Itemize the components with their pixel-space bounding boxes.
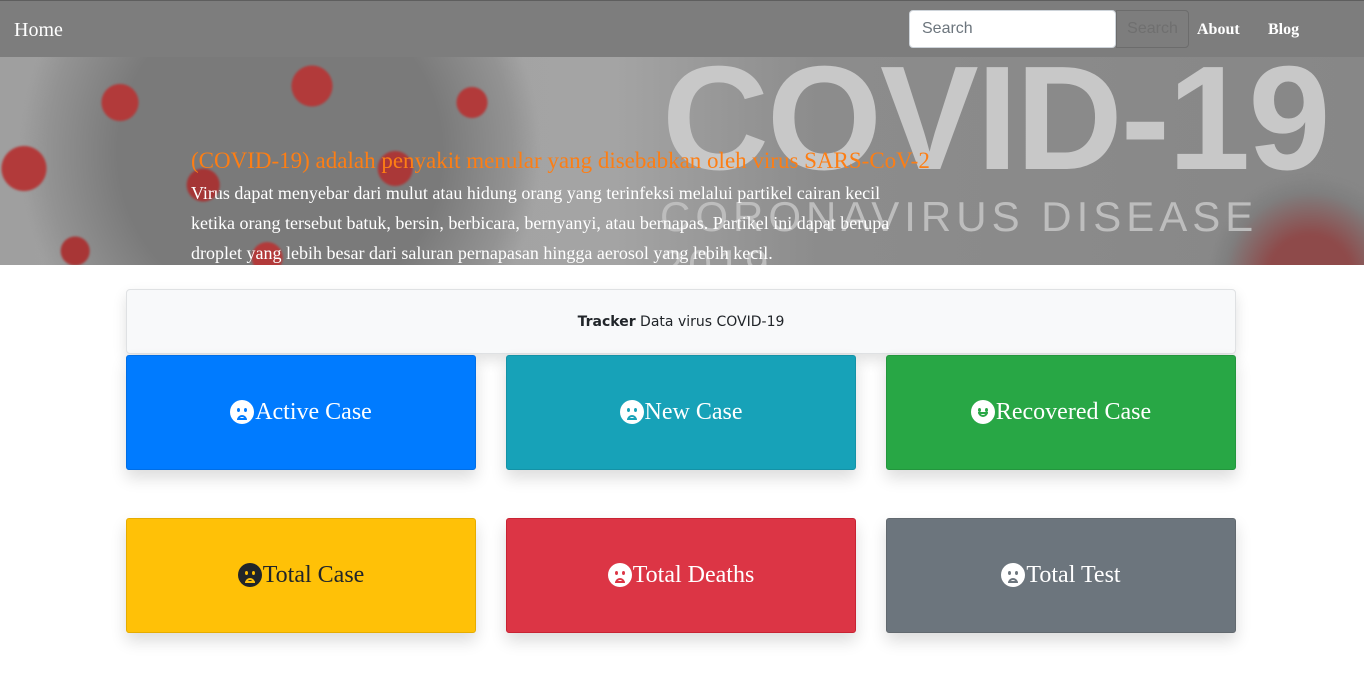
search-button[interactable]: Search [1116,10,1189,48]
sad-face-icon [1001,562,1026,587]
search-input[interactable] [909,10,1116,48]
card-label: Total Deaths [632,562,755,588]
tracker-header: Tracker Data virus COVID-19 [126,289,1236,354]
new-case-card[interactable]: New Case [506,355,856,470]
hero-description-line: ketika orang tersebut batuk, bersin, ber… [191,213,890,233]
hero-description-line: droplet yang lebih besar dari saluran pe… [191,243,773,263]
home-link[interactable]: Home [14,19,63,41]
navbar: Home Search About Blog [0,0,1364,57]
sad-face-icon [607,562,632,587]
card-label: Active Case [255,399,372,425]
card-label: New Case [644,399,743,425]
recovered-case-card[interactable]: Recovered Case [886,355,1236,470]
sad-face-icon [230,399,255,424]
card-label: Total Test [1026,562,1121,588]
hero-description-line: Virus dapat menyebar dari mulut atau hid… [191,183,881,203]
smile-face-icon [970,399,995,424]
nav-link-blog[interactable]: Blog [1268,21,1299,39]
tracker-label: Tracker [577,314,636,330]
sad-face-icon [619,399,644,424]
hero-banner: COVID-19 CORONAVIRUS DISEASE 2019 (COVID… [0,57,1364,265]
hero-title: (COVID-19) adalah penyakit menular yang … [191,148,930,173]
total-deaths-card[interactable]: Total Deaths [506,518,856,633]
tracker-text: Data virus COVID-19 [635,314,785,330]
nav-link-about[interactable]: About [1197,21,1240,39]
sad-face-icon [237,562,262,587]
hero-description: Virus dapat menyebar dari mulut atau hid… [191,178,991,265]
total-test-card[interactable]: Total Test [886,518,1236,633]
active-case-card[interactable]: Active Case [126,355,476,470]
card-label: Total Case [262,562,365,588]
total-case-card[interactable]: Total Case [126,518,476,633]
card-label: Recovered Case [995,399,1152,425]
